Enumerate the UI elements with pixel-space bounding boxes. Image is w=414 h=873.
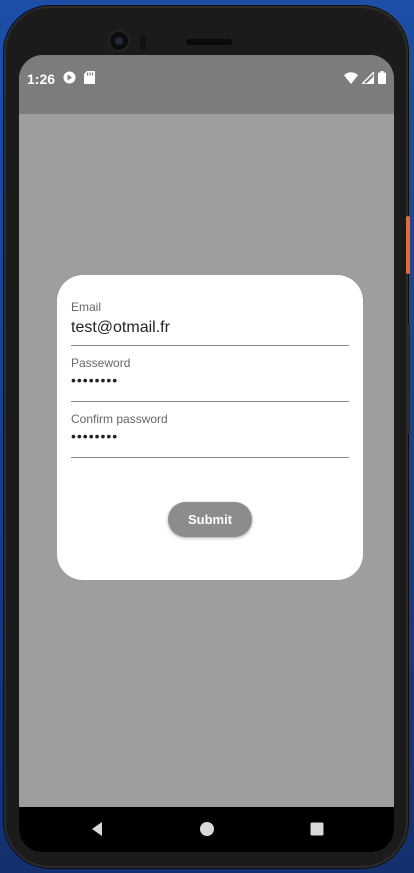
earpiece-speaker — [186, 39, 232, 45]
email-field[interactable]: Email test@otmail.fr — [71, 300, 349, 346]
status-time: 1:26 — [27, 71, 56, 87]
recents-icon[interactable] — [309, 821, 325, 837]
confirm-password-field[interactable]: Confirm password •••••••• — [71, 412, 349, 458]
password-input[interactable]: •••••••• — [71, 372, 349, 388]
system-navigation-bar — [19, 807, 394, 852]
battery-icon — [378, 71, 386, 84]
media-icon — [63, 71, 76, 84]
volume-buttons[interactable] — [406, 324, 410, 434]
cell-signal-icon — [362, 71, 374, 84]
password-label: Passeword — [71, 356, 131, 370]
app-content: Email test@otmail.fr Passeword •••••••• … — [19, 114, 394, 800]
email-input[interactable]: test@otmail.fr — [71, 318, 349, 338]
back-icon[interactable] — [89, 821, 105, 837]
sd-card-icon — [84, 71, 95, 84]
status-left-icons — [63, 71, 95, 84]
confirm-password-label: Confirm password — [71, 412, 168, 426]
status-right-icons — [344, 71, 386, 84]
confirm-password-input[interactable]: •••••••• — [71, 428, 349, 444]
wifi-icon — [344, 71, 358, 84]
power-button[interactable] — [406, 216, 410, 274]
signup-form-card: Email test@otmail.fr Passeword •••••••• … — [57, 275, 363, 580]
phone-frame: 1:26 Email test@otmail.fr Passeword ••••… — [4, 6, 410, 868]
status-bar: 1:26 — [19, 55, 394, 114]
proximity-sensor — [140, 34, 146, 50]
password-field[interactable]: Passeword •••••••• — [71, 356, 349, 402]
email-label: Email — [71, 300, 102, 314]
front-camera-icon — [110, 32, 128, 50]
home-icon[interactable] — [199, 821, 215, 837]
submit-button[interactable]: Submit — [168, 502, 252, 537]
screen: 1:26 Email test@otmail.fr Passeword ••••… — [19, 55, 394, 852]
